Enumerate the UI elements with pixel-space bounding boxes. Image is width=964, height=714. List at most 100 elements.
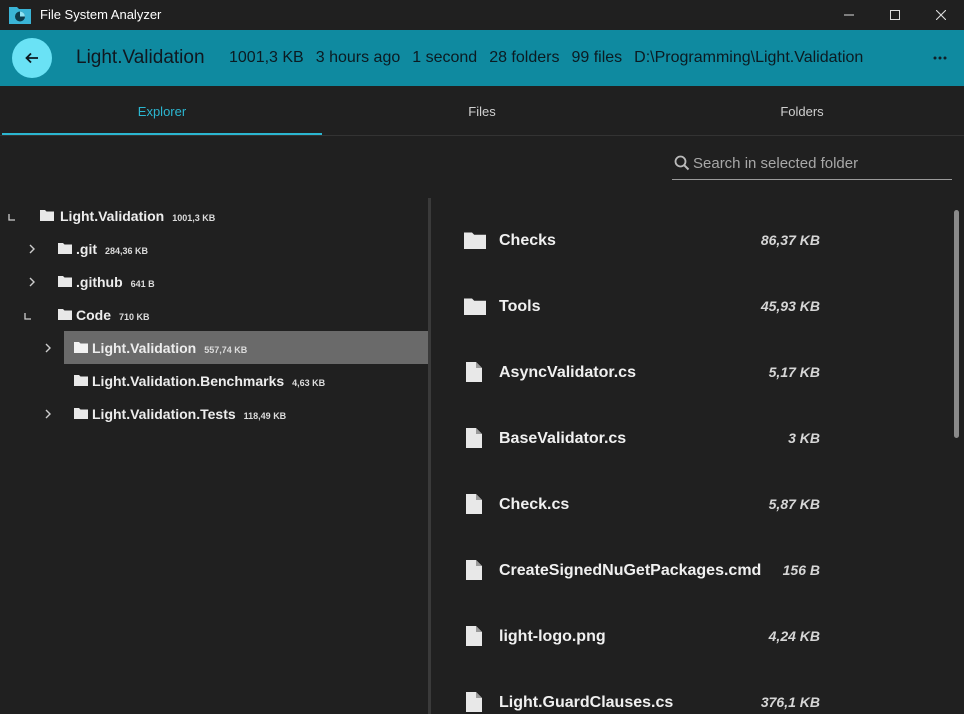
item-size: 86,37 KB	[760, 232, 820, 248]
list-item-folder[interactable]: Tools 45,93 KB	[432, 264, 952, 330]
minimize-button[interactable]	[826, 0, 872, 30]
tab-folders[interactable]: Folders	[642, 86, 962, 136]
search-placeholder: Search in selected folder	[693, 155, 859, 172]
tree-node-size: 284,36 KB	[105, 246, 149, 256]
folder-path: D:\Programming\Light.Validation	[634, 49, 864, 66]
list-item-file[interactable]: CreateSignedNuGetPackages.cmd 156 B	[432, 528, 952, 594]
item-name: Light.GuardClauses.cs	[499, 694, 674, 711]
folder-icon	[58, 276, 72, 287]
tree-node-size: 1001,3 KB	[172, 213, 216, 223]
tree-node-size: 4,63 KB	[292, 378, 326, 388]
tree-node-root[interactable]: Light.Validation 1001,3 KB	[0, 199, 428, 232]
item-name: CreateSignedNuGetPackages.cmd	[499, 562, 762, 579]
title-bar: File System Analyzer	[0, 0, 964, 30]
item-size: 5,17 KB	[768, 364, 820, 380]
chevron-right-icon	[45, 343, 51, 353]
total-size: 1001,3 KB	[229, 49, 304, 66]
more-options-button[interactable]	[928, 44, 952, 72]
list-item-file[interactable]: light-logo.png 4,24 KB	[432, 594, 952, 660]
folder-icon	[74, 375, 88, 386]
chevron-right-icon	[29, 277, 35, 287]
back-button[interactable]	[12, 38, 52, 78]
file-icon	[466, 494, 482, 514]
tree-node-name: .github	[76, 274, 123, 290]
folder-tree: Light.Validation 1001,3 KB .git 284,36 KB …	[0, 198, 428, 714]
folder-icon	[74, 408, 88, 419]
list-item-file[interactable]: Light.GuardClauses.cs 376,1 KB	[432, 660, 952, 714]
folder-stats: 1001,3 KB 3 hours ago 1 second 28 folders 99…	[229, 49, 875, 67]
folder-icon	[40, 210, 54, 221]
folder-icon	[58, 309, 72, 320]
search-field[interactable]: Search in selected folder	[672, 150, 952, 180]
tree-node-github[interactable]: .github 641 B	[0, 265, 428, 298]
tree-node-name: Light.Validation	[92, 340, 197, 356]
item-name: Check.cs	[499, 496, 570, 513]
file-icon	[466, 428, 482, 448]
tab-bar: Explorer Files Folders	[0, 86, 964, 136]
file-icon	[466, 560, 482, 580]
tab-files[interactable]: Files	[322, 86, 642, 136]
item-size: 376,1 KB	[760, 694, 820, 710]
analysis-duration: 1 second	[412, 49, 478, 66]
active-tab-indicator	[2, 133, 322, 135]
list-item-folder[interactable]: Checks 86,37 KB	[432, 198, 952, 264]
expanded-chevron-icon	[24, 313, 31, 320]
item-name: Checks	[499, 232, 556, 249]
more-horizontal-icon	[933, 56, 947, 60]
arrow-left-icon	[25, 52, 38, 64]
item-size: 5,87 KB	[768, 496, 820, 512]
app-header: Light.Validation 1001,3 KB 3 hours ago 1 s…	[0, 30, 964, 86]
app-icon	[9, 7, 31, 24]
tree-node-size: 557,74 KB	[204, 345, 248, 355]
item-size: 4,24 KB	[768, 628, 820, 644]
pane-splitter[interactable]	[428, 198, 431, 714]
tree-node-label: Light.Validation 1001,3 KB	[60, 208, 215, 224]
tree-node-light-validation[interactable]: Light.Validation 557,74 KB	[0, 331, 428, 364]
list-item-file[interactable]: BaseValidator.cs 3 KB	[432, 396, 952, 462]
tree-node-label: .github 641 B	[76, 274, 155, 290]
folder-icon	[74, 342, 88, 353]
tree-node-tests[interactable]: Light.Validation.Tests 118,49 KB	[0, 397, 428, 430]
tree-node-label: Light.Validation.Tests 118,49 KB	[92, 406, 286, 422]
tree-node-label: Code 710 KB	[76, 307, 150, 323]
file-icon	[466, 692, 482, 712]
chevron-right-icon	[45, 409, 51, 419]
list-item-file[interactable]: AsyncValidator.cs 5,17 KB	[432, 330, 952, 396]
close-button[interactable]	[918, 0, 964, 30]
folder-count: 28 folders	[489, 49, 560, 66]
tree-node-name: Code	[76, 307, 111, 323]
tree-node-size: 118,49 KB	[243, 411, 287, 421]
item-size: 156 B	[782, 562, 820, 578]
maximize-button[interactable]	[872, 0, 918, 30]
list-item-file[interactable]: Check.cs 5,87 KB	[432, 462, 952, 528]
tree-node-name: Light.Validation.Benchmarks	[92, 373, 285, 389]
tree-node-size: 710 KB	[119, 312, 150, 322]
tab-explorer[interactable]: Explorer	[2, 86, 322, 136]
tree-node-benchmarks[interactable]: Light.Validation.Benchmarks 4,63 KB	[0, 364, 428, 397]
close-icon	[936, 10, 946, 20]
window-title: File System Analyzer	[40, 7, 162, 22]
item-name: light-logo.png	[499, 628, 606, 645]
item-name: Tools	[499, 298, 541, 315]
modified-time: 3 hours ago	[315, 49, 401, 66]
file-icon	[466, 362, 482, 382]
page-title: Light.Validation	[76, 47, 205, 68]
file-icon	[466, 626, 482, 646]
item-name: BaseValidator.cs	[499, 430, 627, 447]
maximize-icon	[890, 10, 900, 20]
tree-node-name: .git	[76, 241, 97, 257]
folder-icon	[464, 232, 486, 249]
expanded-chevron-icon	[8, 214, 15, 221]
tree-node-name: Light.Validation.Tests	[92, 406, 236, 422]
tree-node-size: 641 B	[130, 279, 155, 289]
minimize-icon	[844, 14, 854, 16]
tree-node-code[interactable]: Code 710 KB	[0, 298, 428, 331]
file-count: 99 files	[571, 49, 623, 66]
folder-contents-list: Checks 86,37 KB Tools 45,93 KB AsyncVali…	[432, 198, 952, 714]
search-icon	[674, 155, 690, 171]
tree-node-git[interactable]: .git 284,36 KB	[0, 232, 428, 265]
tree-node-label: Light.Validation.Benchmarks 4,63 KB	[92, 373, 325, 389]
list-scrollbar[interactable]	[954, 210, 959, 438]
tree-node-name: Light.Validation	[60, 208, 165, 224]
folder-icon	[464, 298, 486, 315]
